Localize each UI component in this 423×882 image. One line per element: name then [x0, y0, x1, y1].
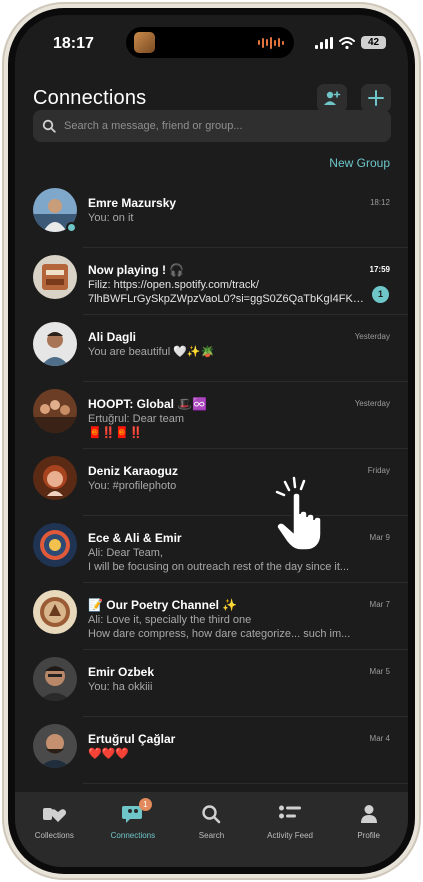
conversation-name: Emir Ozbek: [88, 665, 155, 679]
search-input[interactable]: [64, 120, 364, 132]
avatar: [33, 389, 77, 433]
wifi-icon: [339, 36, 355, 49]
tab-activity-feed[interactable]: Activity Feed: [251, 803, 329, 867]
battery-indicator: 42: [361, 36, 386, 49]
tap-gesture-icon: [275, 476, 322, 551]
avatar: [33, 456, 77, 500]
conversation-row[interactable]: Now playing ! 🎧 Filiz: https://open.spot…: [15, 248, 408, 315]
message-preview: You: ha okkiii: [88, 681, 153, 693]
message-time: Mar 7: [369, 600, 390, 609]
conversation-name: Emre Mazursky: [88, 196, 177, 210]
bottom-tab-bar: Collections 1 Connections Search Activit…: [15, 792, 408, 867]
message-preview: Ali: Love it, specially the third one How…: [88, 614, 351, 640]
conversation-name: 📝 Our Poetry Channel ✨: [88, 598, 238, 612]
plus-icon: [368, 90, 384, 106]
tab-profile[interactable]: Profile: [330, 803, 408, 867]
conversation-row[interactable]: Ece & Ali & Emir Ali: Dear Team, I will b…: [15, 516, 408, 583]
search-bar[interactable]: [33, 110, 391, 142]
conversation-name: Ece & Ali & Emir: [88, 531, 182, 545]
message-preview: You: on it: [88, 212, 134, 224]
tab-connections[interactable]: 1 Connections: [94, 798, 172, 867]
signal-icon: [315, 36, 333, 49]
avatar: [33, 724, 77, 768]
audio-wave-icon: [258, 36, 284, 49]
conversation-name: HOOPT: Global 🎩♾️: [88, 397, 208, 411]
status-indicators: 42: [315, 36, 386, 49]
conversation-name: Now playing ! 🎧: [88, 263, 185, 277]
connections-badge: 1: [138, 798, 152, 811]
conversation-row[interactable]: Emir Ozbek You: ha okkiii Mar 5: [15, 650, 408, 717]
new-group-link[interactable]: New Group: [329, 156, 390, 170]
avatar: [33, 590, 77, 634]
avatar: [33, 322, 77, 366]
unread-badge: 1: [372, 286, 389, 303]
message-time: Mar 4: [369, 734, 390, 743]
message-time: Friday: [367, 466, 390, 475]
message-time: Mar 9: [369, 533, 390, 542]
search-icon: [42, 119, 56, 133]
avatar: [33, 255, 77, 299]
heart-cards-icon: [43, 808, 67, 822]
conversation-list: Emre Mazursky You: on it 18:12 Now playi…: [15, 181, 408, 784]
online-indicator: [66, 222, 77, 233]
new-conversation-button[interactable]: [361, 84, 391, 112]
dynamic-island[interactable]: [126, 27, 294, 58]
message-time: Yesterday: [354, 399, 390, 408]
conversation-row[interactable]: Deniz Karaoguz You: #profilephoto Friday: [15, 449, 408, 516]
conversation-row[interactable]: Emre Mazursky You: on it 18:12: [15, 181, 408, 248]
feed-list-icon: [279, 805, 302, 819]
add-person-icon: [324, 91, 341, 105]
now-playing-artwork: [134, 32, 155, 53]
status-time: 18:17: [53, 35, 94, 52]
conversation-name: Ali Dagli: [88, 330, 137, 344]
app-screen: 18:17 42 Connections Search a message, f…: [15, 15, 408, 867]
tab-collections[interactable]: Collections: [15, 803, 93, 867]
conversation-row[interactable]: Ertuğrul Çağlar ❤️❤️❤️ Mar 4: [15, 717, 408, 784]
person-icon: [360, 805, 377, 823]
search-icon: [202, 805, 221, 824]
conversation-name: Ertuğrul Çağlar: [88, 732, 176, 746]
status-bar: 18:17 42: [15, 15, 408, 69]
page-title: Connections: [33, 87, 147, 109]
conversation-row[interactable]: 📝 Our Poetry Channel ✨ Ali: Love it, spe…: [15, 583, 408, 650]
conversation-name: Deniz Karaoguz: [88, 464, 179, 478]
message-time: 17:59: [369, 265, 390, 274]
add-friend-button[interactable]: [317, 84, 347, 112]
message-time: Mar 5: [369, 667, 390, 676]
message-preview: Ertuğrul: Dear team 🧧‼️🧧‼️: [88, 413, 184, 439]
message-preview: Filiz: https://open.spotify.com/track/7l…: [88, 279, 366, 305]
message-time: 18:12: [369, 198, 390, 207]
conversation-row[interactable]: Ali Dagli You are beautiful 🤍✨🪴 Yesterda…: [15, 315, 408, 382]
message-preview: ❤️❤️❤️: [88, 748, 130, 760]
avatar: [33, 657, 77, 701]
avatar: [33, 523, 77, 567]
message-preview: You are beautiful 🤍✨🪴: [88, 346, 215, 358]
conversation-row[interactable]: HOOPT: Global 🎩♾️ Ertuğrul: Dear team 🧧‼️…: [15, 382, 408, 449]
tab-search[interactable]: Search: [172, 803, 250, 867]
message-time: Yesterday: [354, 332, 390, 341]
